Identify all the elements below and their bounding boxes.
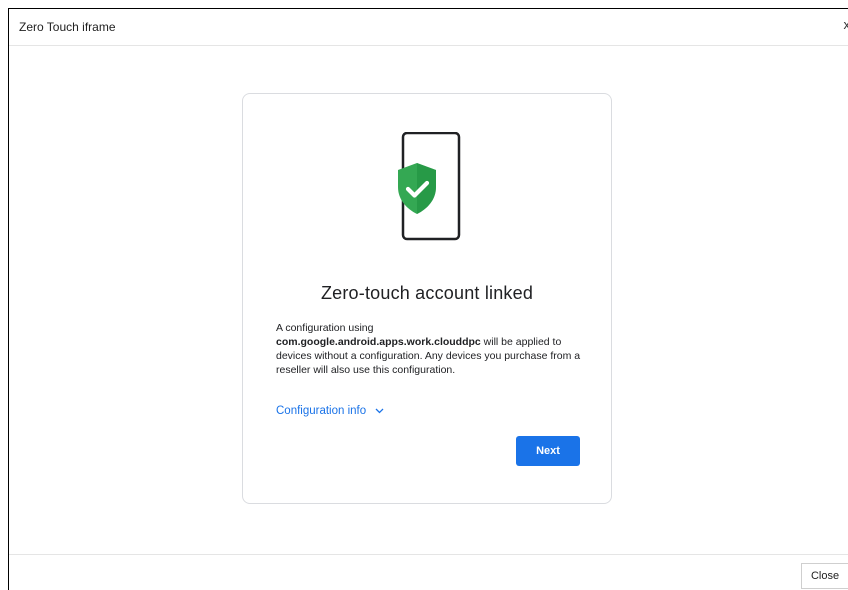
close-icon[interactable]: x [844, 17, 848, 32]
configuration-info-link[interactable]: Configuration info [276, 405, 384, 417]
next-button[interactable]: Next [516, 436, 580, 466]
package-name: com.google.android.apps.work.clouddpc [276, 336, 481, 348]
dialog-footer: Close [9, 554, 848, 590]
card-description: A configuration using com.google.android… [276, 321, 586, 377]
chevron-down-icon [375, 408, 384, 414]
zero-touch-dialog: Zero Touch iframe x Zero-touch account l… [8, 8, 848, 590]
dialog-header: Zero Touch iframe x [9, 9, 848, 46]
configuration-info-label: Configuration info [276, 405, 367, 417]
dialog-title: Zero Touch iframe [19, 20, 116, 34]
zero-touch-card: Zero-touch account linked A configuratio… [242, 93, 612, 504]
card-title: Zero-touch account linked [320, 283, 534, 303]
phone-with-shield-check-icon [398, 132, 461, 241]
close-button[interactable]: Close [801, 563, 848, 589]
description-intro: A configuration using [276, 322, 374, 334]
